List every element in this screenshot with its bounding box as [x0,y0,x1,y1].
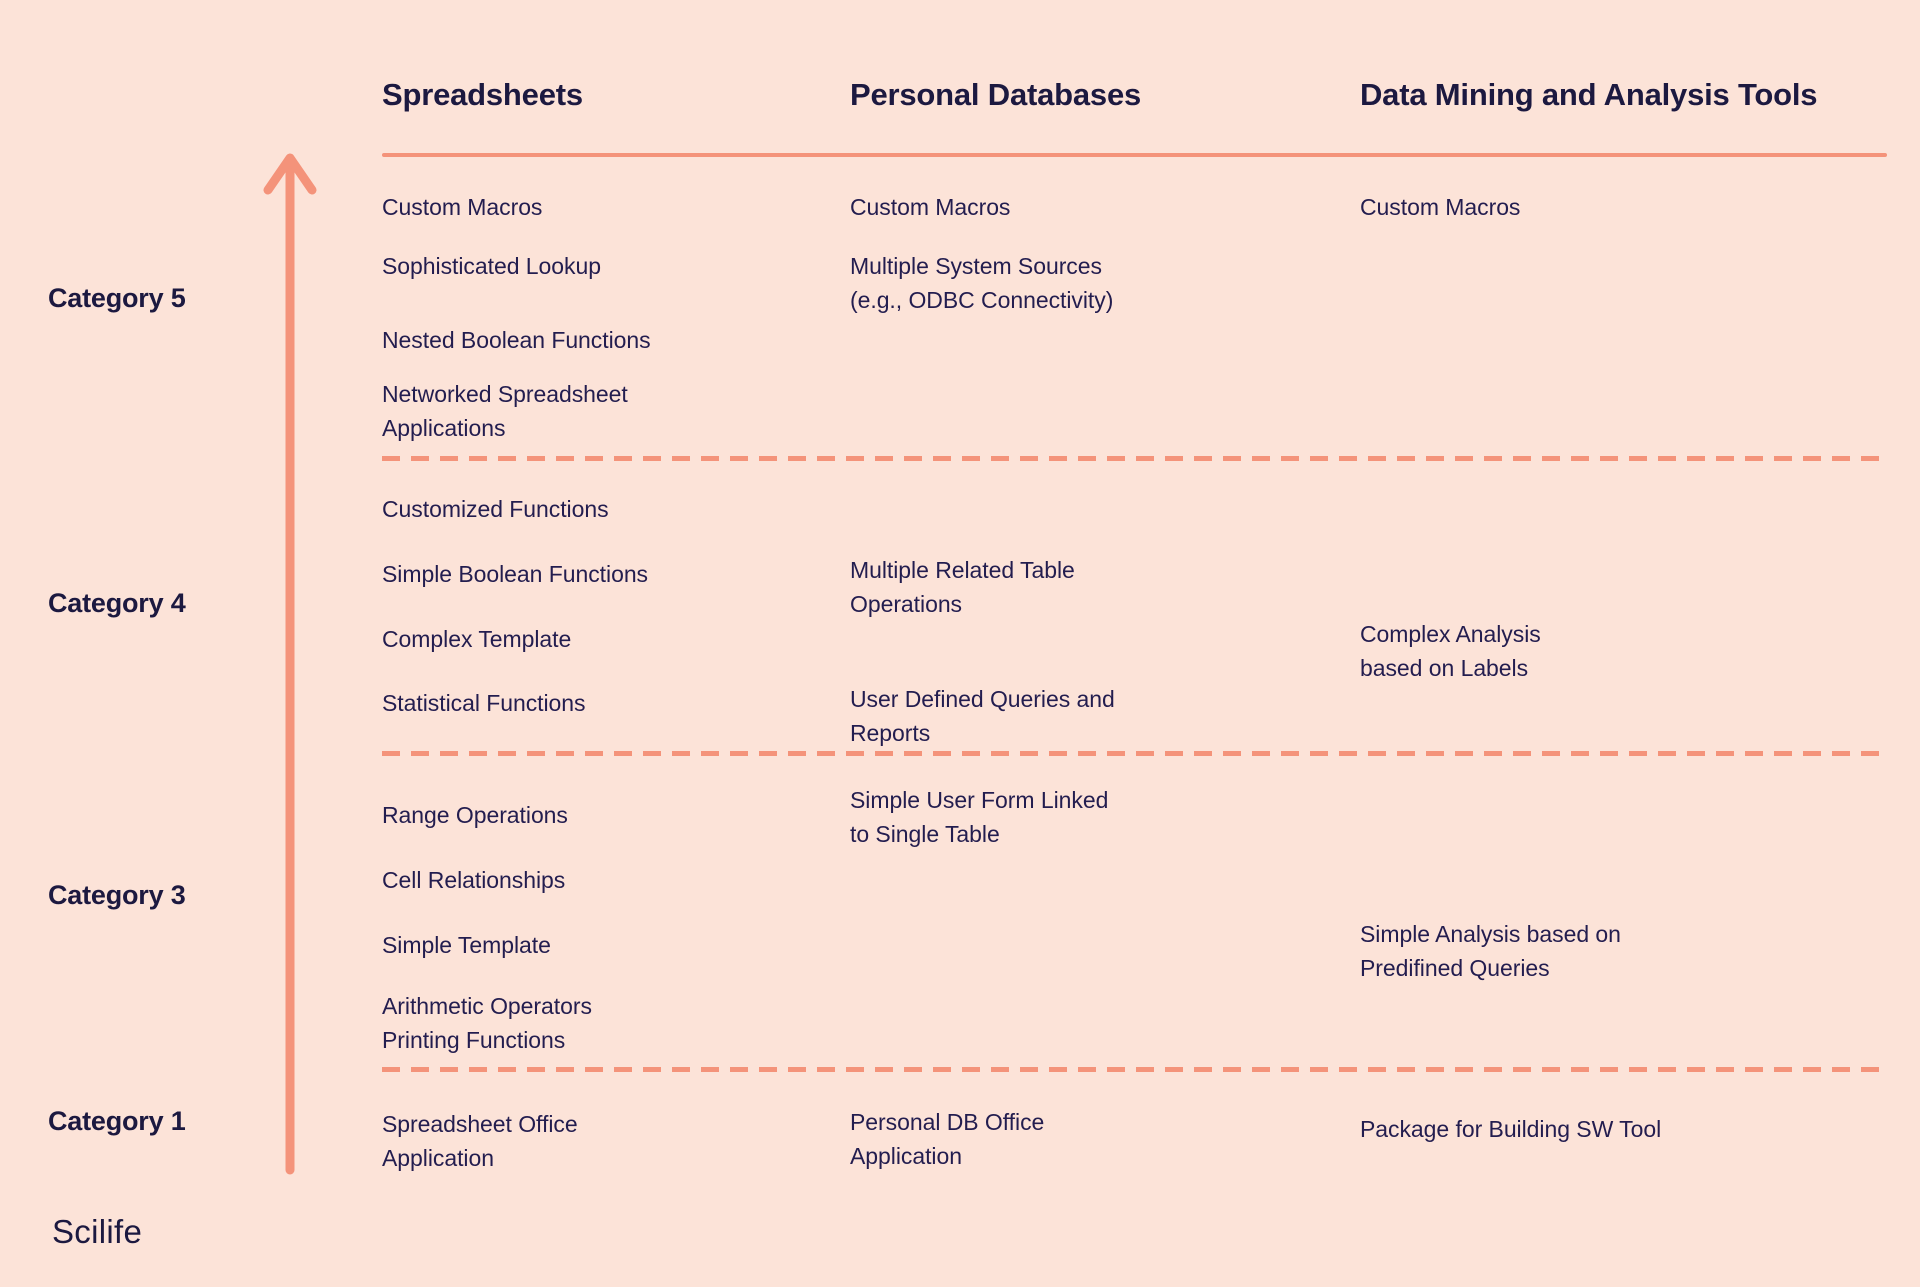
cell-item: Customized Functions [382,496,609,522]
cell-item: Cell Relationships [382,867,566,893]
category-label-category-5: Category 5 [48,283,186,313]
cell-item: Simple User Form Linked to Single Table [850,787,1109,847]
header-divider-solid [382,153,1887,157]
category-label-category-4: Category 4 [48,588,186,618]
category-label-category-3: Category 3 [48,880,186,910]
column-header-spreadsheets: Spreadsheets [382,77,583,112]
cell-item: Multiple System Sources (e.g., ODBC Conn… [850,253,1114,313]
cell-item: Simple Analysis based on Predifined Quer… [1360,921,1621,981]
cell-item: Custom Macros [850,194,1011,220]
complexity-axis-arrow [262,148,322,1178]
cell-item: Multiple Related Table Operations [850,557,1075,617]
cell-item: Custom Macros [1360,194,1521,220]
cell-item: Arithmetic Operators Printing Functions [382,993,592,1053]
divider-category5-category4 [382,456,1887,461]
cell-item: Simple Template [382,932,551,958]
cell-item: Simple Boolean Functions [382,561,649,587]
cell-item: Complex Analysis based on Labels [1360,621,1541,681]
cell-item: Complex Template [382,626,572,652]
cell-item: Networked Spreadsheet Applications [382,381,628,441]
cell-item: Statistical Functions [382,690,586,716]
cell-item: Spreadsheet Office Application [382,1111,578,1171]
scilife-logo: Scilife [52,1213,143,1250]
diagram-canvas: Spreadsheets Personal Databases Data Min… [0,0,1920,1287]
up-arrow-icon [263,153,317,1175]
cell-item: User Defined Queries and Reports [850,686,1115,746]
cell-item: Nested Boolean Functions [382,327,651,353]
cell-item: Custom Macros [382,194,543,220]
column-header-personal-databases: Personal Databases [850,77,1142,112]
divider-category3-category1 [382,1067,1887,1072]
cell-item: Personal DB Office Application [850,1109,1045,1169]
cell-item: Sophisticated Lookup [382,253,601,279]
column-header-row: Spreadsheets Personal Databases Data Min… [0,77,1920,134]
column-header-data-mining: Data Mining and Analysis Tools [1360,77,1818,112]
cell-item: Range Operations [382,802,568,828]
divider-category4-category3 [382,751,1887,756]
category-label-category-1: Category 1 [48,1106,186,1136]
cell-item: Package for Building SW Tool [1360,1116,1662,1142]
